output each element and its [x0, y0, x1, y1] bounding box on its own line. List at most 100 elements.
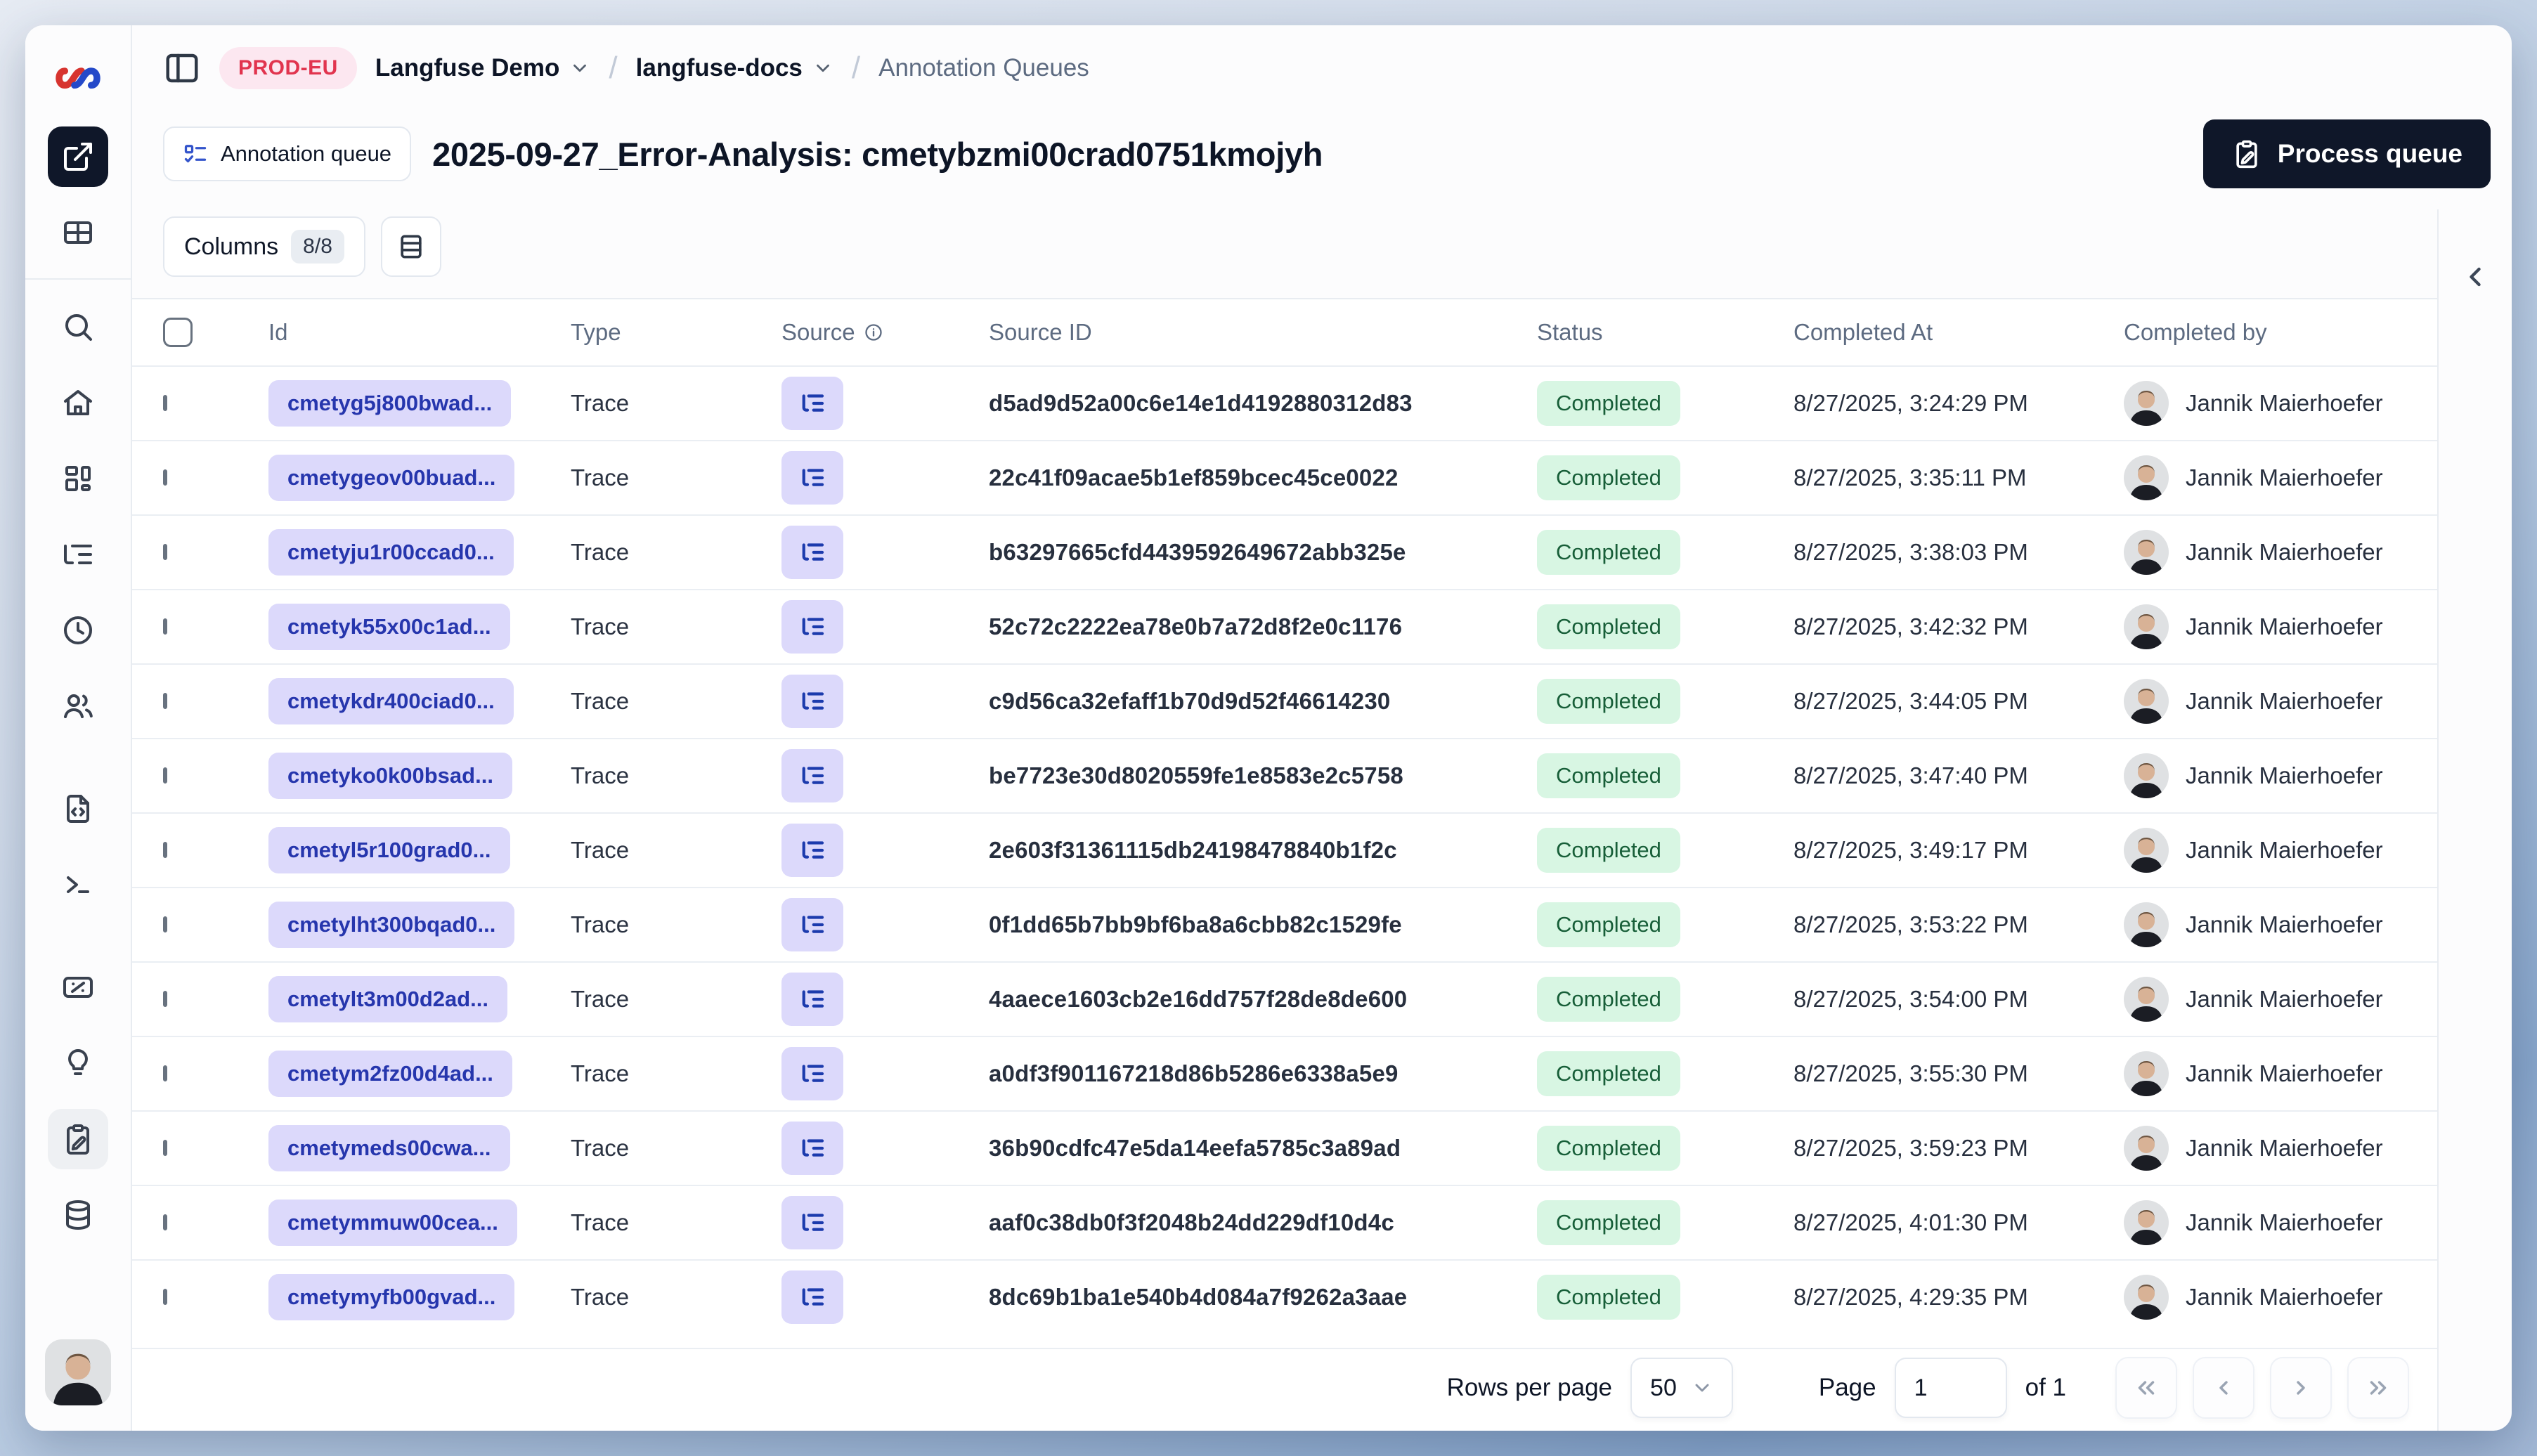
avatar — [2124, 1126, 2169, 1171]
row-source-link[interactable] — [781, 526, 843, 579]
search-icon — [61, 310, 95, 344]
row-source-link[interactable] — [781, 377, 843, 430]
open-in-new-button[interactable] — [48, 126, 108, 187]
project-switcher[interactable]: langfuse-docs — [636, 54, 833, 82]
row-checkbox[interactable] — [163, 395, 167, 411]
column-header-source[interactable]: Source — [781, 319, 989, 346]
row-completed-by-name: Jannik Maierhoefer — [2186, 613, 2383, 639]
environment-badge[interactable]: PROD-EU — [219, 47, 357, 89]
sidebar-item-dashboards[interactable] — [48, 448, 108, 509]
avatar — [2124, 381, 2169, 426]
chevron-left-icon — [2460, 261, 2491, 292]
list-tree-icon — [798, 1133, 827, 1163]
table-row: cmetyju1r00ccad0... Trace b63297665cfd44… — [132, 514, 2437, 589]
row-source-id: 22c41f09acae5b1ef859bcec45ce0022 — [989, 464, 1399, 490]
row-id-pill[interactable]: cmetygeov00buad... — [268, 455, 515, 501]
org-switcher[interactable]: Langfuse Demo — [375, 54, 591, 82]
process-queue-button[interactable]: Process queue — [2202, 119, 2491, 188]
row-source-link[interactable] — [781, 451, 843, 505]
sidebar-item-annotation-queues[interactable] — [48, 1109, 108, 1169]
row-id-pill[interactable]: cmetylht300bqad0... — [268, 902, 515, 948]
next-page-button[interactable] — [2270, 1357, 2332, 1419]
row-id-pill[interactable]: cmetylt3m00d2ad... — [268, 976, 508, 1022]
row-source-link[interactable] — [781, 824, 843, 877]
row-id-pill[interactable]: cmetyk55x00c1ad... — [268, 604, 510, 650]
sidebar-item-evaluation[interactable] — [48, 957, 108, 1018]
first-page-button[interactable] — [2115, 1357, 2177, 1419]
row-type: Trace — [571, 911, 630, 937]
row-source-link[interactable] — [781, 1047, 843, 1100]
page-number-input[interactable] — [1894, 1358, 2007, 1418]
row-height-button[interactable] — [380, 216, 441, 277]
row-source-link[interactable] — [781, 898, 843, 951]
row-source-link[interactable] — [781, 749, 843, 802]
row-source-link[interactable] — [781, 1196, 843, 1249]
rows-per-page-select[interactable]: 50 — [1630, 1358, 1733, 1418]
table-body: cmetyg5j800bwad... Trace d5ad9d52a00c6e1… — [132, 365, 2437, 1334]
row-id-pill[interactable]: cmetyko0k00bsad... — [268, 753, 512, 799]
sidebar-item-home[interactable] — [48, 372, 108, 433]
list-tree-icon — [798, 538, 827, 567]
row-checkbox[interactable] — [163, 469, 167, 486]
row-completed-at: 8/27/2025, 3:38:03 PM — [1793, 539, 2028, 565]
row-checkbox[interactable] — [163, 1214, 167, 1230]
sidebar-item-playground[interactable] — [48, 854, 108, 915]
row-completed-by-name: Jannik Maierhoefer — [2186, 762, 2383, 788]
sidebar-item-users[interactable] — [48, 676, 108, 736]
row-id-pill[interactable]: cmetym2fz00d4ad... — [268, 1051, 512, 1097]
row-source-link[interactable] — [781, 1270, 843, 1324]
row-checkbox[interactable] — [163, 618, 167, 635]
sidebar-item-datasets[interactable] — [48, 1185, 108, 1245]
row-completed-by: Jannik Maierhoefer — [2124, 679, 2437, 724]
column-header-source-id[interactable]: Source ID — [989, 319, 1537, 346]
row-id-pill[interactable]: cmetyju1r00ccad0... — [268, 529, 514, 576]
sidebar-toggle-button[interactable] — [163, 49, 201, 87]
table-row: cmetylht300bqad0... Trace 0f1dd65b7bb9bf… — [132, 887, 2437, 961]
row-id-pill[interactable]: cmetyl5r100grad0... — [268, 827, 510, 873]
row-source-link[interactable] — [781, 675, 843, 728]
status-badge: Completed — [1537, 1126, 1680, 1171]
previous-page-button[interactable] — [2193, 1357, 2254, 1419]
sidebar-item-prompts[interactable] — [48, 779, 108, 839]
sidebar-item-sessions[interactable] — [48, 600, 108, 661]
row-source-link[interactable] — [781, 973, 843, 1026]
columns-button[interactable]: Columns 8/8 — [163, 216, 365, 277]
row-checkbox[interactable] — [163, 1140, 167, 1156]
column-header-completed-by[interactable]: Completed by — [2124, 319, 2437, 346]
row-id-pill[interactable]: cmetymyfb00gvad... — [268, 1274, 515, 1320]
sidebar-item-insights[interactable] — [48, 1033, 108, 1093]
row-checkbox[interactable] — [163, 693, 167, 709]
row-id-pill[interactable]: cmetyg5j800bwad... — [268, 380, 512, 427]
row-source-link[interactable] — [781, 1122, 843, 1175]
row-completed-at: 8/27/2025, 3:54:00 PM — [1793, 986, 2028, 1012]
row-id-pill[interactable]: cmetymmuw00cea... — [268, 1200, 517, 1246]
last-page-button[interactable] — [2347, 1357, 2409, 1419]
avatar — [2124, 1200, 2169, 1245]
select-all-checkbox[interactable] — [163, 318, 193, 347]
row-checkbox[interactable] — [163, 842, 167, 858]
row-source-link[interactable] — [781, 600, 843, 654]
row-id-pill[interactable]: cmetymeds00cwa... — [268, 1125, 510, 1171]
row-checkbox[interactable] — [163, 767, 167, 784]
row-id-pill[interactable]: cmetykdr400ciad0... — [268, 678, 514, 724]
column-header-id[interactable]: Id — [268, 319, 571, 346]
row-checkbox[interactable] — [163, 1289, 167, 1305]
main-area: PROD-EU Langfuse Demo / langfuse-docs / … — [132, 25, 2512, 1431]
sidebar-item-tracing[interactable] — [48, 524, 108, 585]
list-todo-icon — [183, 141, 208, 167]
column-header-status[interactable]: Status — [1537, 319, 1793, 346]
row-checkbox[interactable] — [163, 1065, 167, 1081]
sidebar — [25, 25, 132, 1431]
sidebar-item-search[interactable] — [48, 297, 108, 357]
user-avatar[interactable] — [45, 1339, 111, 1405]
langfuse-logo-icon[interactable] — [54, 59, 102, 97]
column-header-completed-at[interactable]: Completed At — [1793, 319, 2124, 346]
column-header-type[interactable]: Type — [571, 319, 781, 346]
row-checkbox[interactable] — [163, 916, 167, 932]
row-completed-by: Jannik Maierhoefer — [2124, 902, 2437, 947]
table-row: cmetyg5j800bwad... Trace d5ad9d52a00c6e1… — [132, 365, 2437, 440]
row-checkbox[interactable] — [163, 991, 167, 1007]
sidebar-item-projects[interactable] — [48, 202, 108, 263]
row-checkbox[interactable] — [163, 544, 167, 560]
collapse-panel-button[interactable] — [2454, 256, 2496, 298]
